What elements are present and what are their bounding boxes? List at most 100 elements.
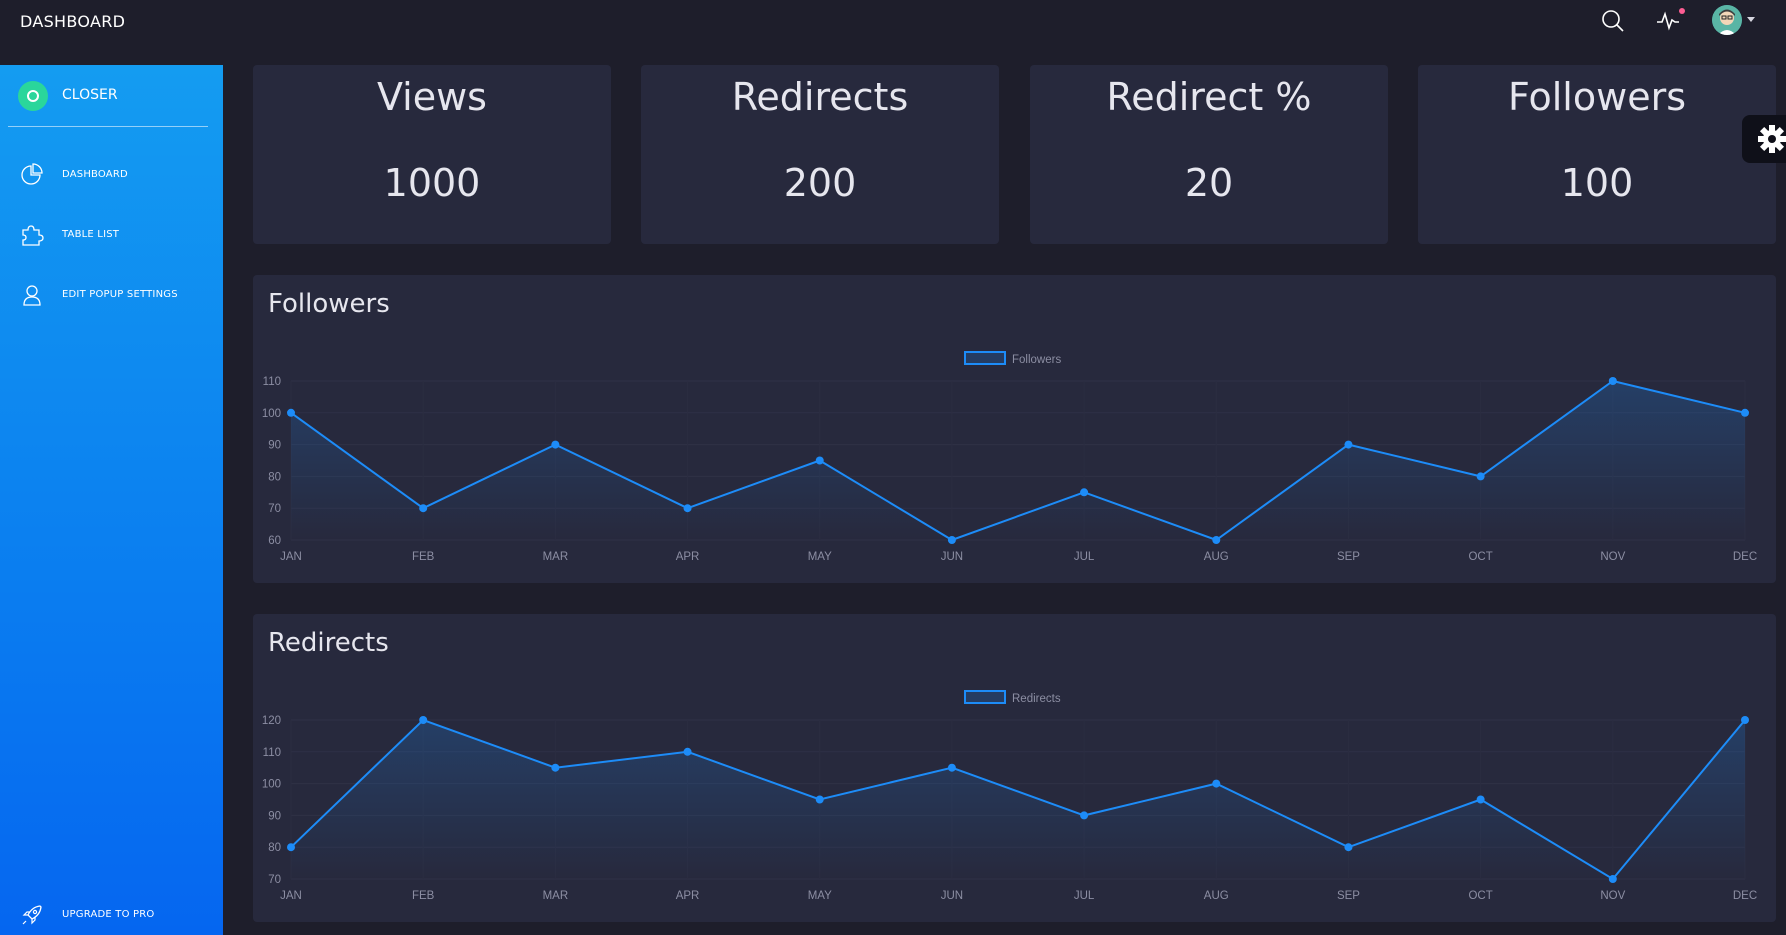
data-point[interactable] [1212,536,1221,544]
legend-label[interactable]: Redirects [1012,693,1061,705]
y-tick-label: 80 [268,842,281,854]
activity-pulse-icon[interactable] [1655,8,1681,34]
followers-chart-card: Followers 60 70 80 90 100 110 JAN FEB MAR APR MAY J… [253,275,1776,583]
user-icon [23,285,41,306]
stat-card-redirects: Redirects 200 [641,65,999,244]
data-point[interactable] [419,716,428,724]
x-tick-label: NOV [1600,890,1625,902]
x-tick-label: JAN [280,890,302,902]
x-tick-label: FEB [412,890,435,902]
x-tick-label: FEB [412,551,435,563]
sidebar-item-upgrade-to-pro[interactable]: UPGRADE TO PRO [0,895,223,935]
x-tick-label: MAR [543,890,569,902]
x-tick-label: JUL [1074,551,1095,563]
stat-value: 1000 [383,161,481,205]
stat-card-views: Views 1000 [253,65,611,244]
search-icon[interactable] [1600,8,1626,34]
data-point[interactable] [1608,377,1617,385]
y-tick-label: 70 [268,874,281,886]
data-point[interactable] [1741,716,1749,724]
y-tick-label: 110 [263,747,281,759]
x-tick-label: JUL [1074,890,1095,902]
y-tick-label: 90 [268,440,281,452]
x-tick-label: SEP [1337,890,1360,902]
stat-label: Redirect % [1106,75,1312,119]
data-point[interactable] [1080,811,1089,820]
redirects-chart-card: Redirects 70 80 90 100 110 120 JAN FEB MAR APR MAY… [253,614,1776,922]
data-point[interactable] [1476,472,1485,481]
data-point[interactable] [947,763,956,772]
stat-card-redirect-percent: Redirect % 20 [1030,65,1388,244]
pie-chart-icon [21,163,43,185]
logo-text: CLOSER [62,87,118,103]
y-tick-label: 60 [268,535,281,547]
data-point[interactable] [1344,843,1353,852]
y-tick-label: 80 [268,471,281,483]
legend-swatch[interactable] [964,690,1006,704]
data-point[interactable] [287,408,295,417]
y-tick-label: 100 [262,408,281,420]
sidebar-item-table-list[interactable]: TABLE LIST [0,215,223,255]
legend-swatch[interactable] [964,351,1006,365]
stat-card-followers: Followers 100 [1418,65,1776,244]
data-point[interactable] [419,504,428,513]
notification-dot [1679,8,1685,14]
x-tick-label: MAR [543,551,569,563]
sidebar-item-edit-popup-settings[interactable]: EDIT POPUP SETTINGS [0,275,223,315]
stat-value: 200 [783,161,857,205]
data-point[interactable] [683,504,692,513]
y-tick-label: 100 [262,779,281,791]
rocket-icon [22,905,42,925]
gear-icon [1758,125,1786,153]
data-point[interactable] [815,456,824,465]
x-tick-label: DEC [1733,890,1757,902]
x-tick-label: SEP [1337,551,1360,563]
legend-label[interactable]: Followers [1012,354,1061,366]
x-tick-label: APR [676,890,700,902]
x-tick-label: JUN [941,890,963,902]
data-point[interactable] [1741,408,1749,417]
x-tick-label: NOV [1600,551,1625,563]
data-point[interactable] [287,843,295,852]
sidebar-item-dashboard[interactable]: DASHBOARD [0,155,223,195]
sidebar-item-label: TABLE LIST [62,229,120,240]
sidebar-divider [8,126,208,127]
data-point[interactable] [815,795,824,804]
data-point[interactable] [947,536,956,544]
sidebar-logo[interactable]: CLOSER [0,65,223,127]
x-tick-label: APR [676,551,700,563]
sidebar: CLOSER DASHBOARD TABLE LIST EDIT POPUP S… [0,65,223,935]
data-point[interactable] [551,763,560,772]
data-point[interactable] [1080,488,1089,497]
data-point[interactable] [1608,875,1617,883]
settings-toggle[interactable] [1742,115,1786,163]
x-tick-label: JAN [280,551,302,563]
data-point[interactable] [1344,440,1353,449]
series-area [291,720,1745,879]
stat-value: 100 [1560,161,1634,205]
x-tick-label: DEC [1733,551,1757,563]
puzzle-icon [22,225,44,246]
x-tick-label: MAY [808,551,832,563]
data-point[interactable] [1212,779,1221,788]
followers-chart: 60 70 80 90 100 110 JAN FEB MAR APR MAY JUN JUL AUG SE… [262,351,1757,563]
top-navbar: DASHBOARD [0,0,1786,65]
y-tick-label: 90 [268,810,281,822]
sidebar-item-label: UPGRADE TO PRO [62,909,155,920]
stat-label: Followers [1508,75,1686,119]
data-point[interactable] [551,440,560,449]
x-tick-label: MAY [808,890,832,902]
y-tick-label: 110 [263,376,281,388]
stat-value: 20 [1184,161,1234,205]
navbar-brand[interactable]: DASHBOARD [20,12,125,31]
data-point[interactable] [1476,795,1485,804]
sidebar-item-label: DASHBOARD [62,169,128,180]
user-avatar[interactable] [1712,5,1742,35]
stat-label: Views [377,75,487,119]
stat-label: Redirects [731,75,909,119]
redirects-chart: 70 80 90 100 110 120 JAN FEB MAR APR MAY JUN JUL AUG S… [262,690,1757,902]
data-point[interactable] [683,747,692,756]
x-tick-label: OCT [1468,551,1492,563]
chevron-down-icon[interactable] [1747,17,1755,22]
x-tick-label: OCT [1468,890,1492,902]
